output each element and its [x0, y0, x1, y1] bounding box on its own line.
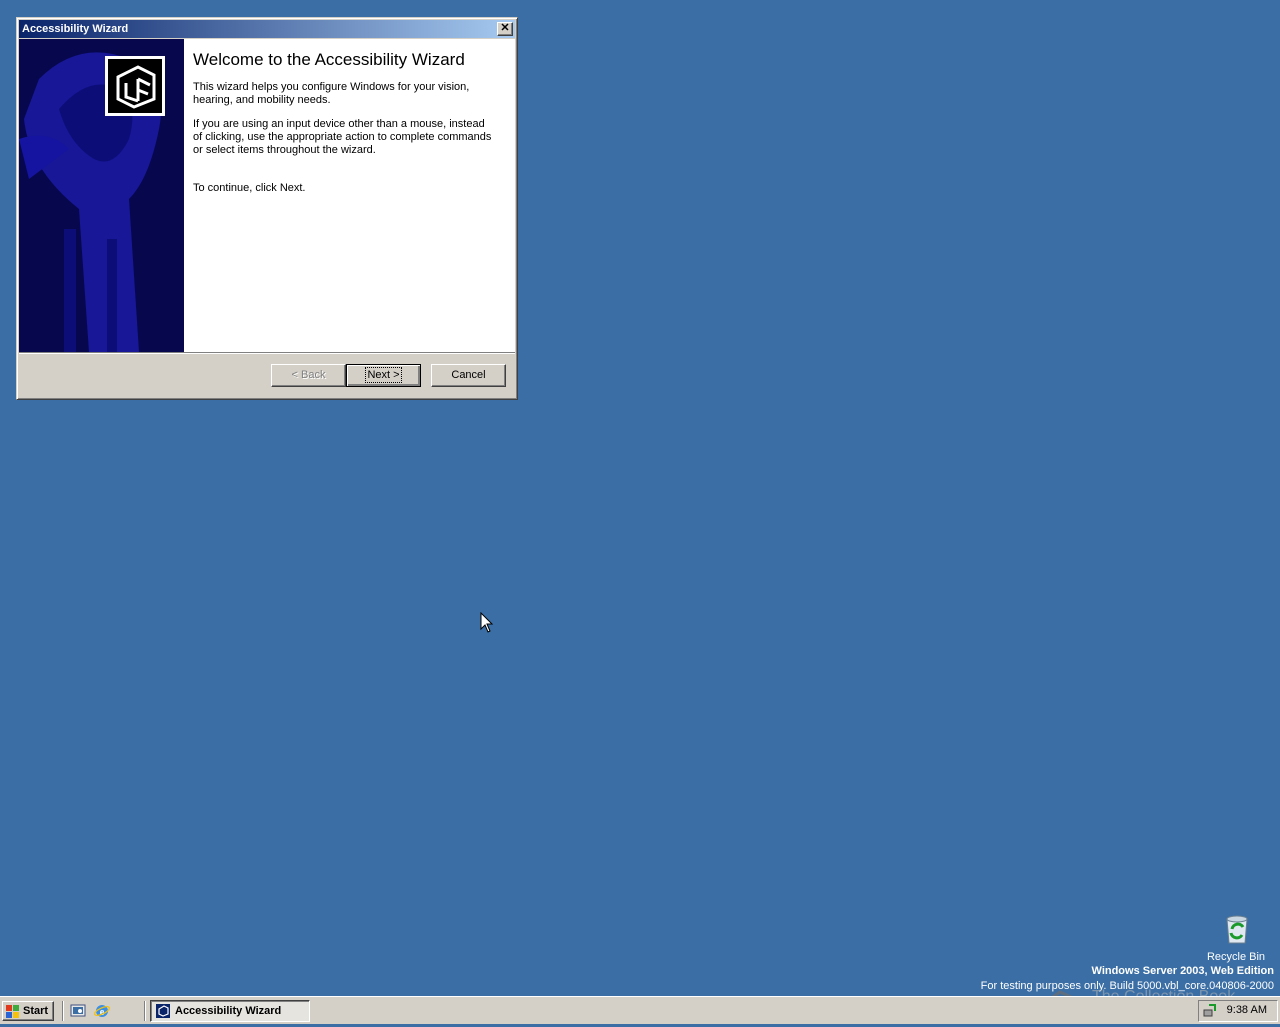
start-button[interactable]: Start	[2, 1001, 54, 1021]
wizard-content: Welcome to the Accessibility Wizard This…	[193, 51, 493, 206]
start-label: Start	[23, 1005, 49, 1017]
system-tray: 9:38 AM	[1198, 1000, 1278, 1022]
dialog-separator	[19, 352, 515, 354]
mouse-cursor-icon	[480, 612, 494, 633]
wizard-body: Welcome to the Accessibility Wizard This…	[19, 39, 515, 352]
taskbar-button-accessibility-wizard[interactable]: Accessibility Wizard	[150, 1000, 310, 1022]
taskbar-divider	[62, 1001, 64, 1021]
wizard-intro-text: This wizard helps you configure Windows …	[193, 81, 470, 106]
taskbar: Start e Accessibility Wizard 9:38 AM	[0, 996, 1280, 1024]
os-edition-text: Windows Server 2003, Web Edition	[1091, 965, 1274, 977]
dialog-titlebar[interactable]: Accessibility Wizard ✕	[19, 20, 515, 38]
back-button[interactable]: < Back	[271, 364, 346, 387]
accessibility-logo-icon	[105, 56, 165, 116]
wizard-banner	[19, 39, 184, 352]
cancel-button-label: Cancel	[451, 369, 486, 381]
taskbar-button-label: Accessibility Wizard	[175, 1005, 282, 1017]
wizard-heading: Welcome to the Accessibility Wizard	[193, 50, 465, 69]
next-button-label: Next >	[365, 367, 402, 383]
back-button-label: < Back	[291, 369, 326, 381]
accessibility-wizard-icon	[156, 1004, 170, 1018]
next-button[interactable]: Next >	[346, 364, 421, 387]
wizard-input-device-text: If you are using an input device other t…	[193, 118, 492, 156]
accessibility-wizard-dialog: Accessibility Wizard ✕ Welcome to the Ac…	[16, 17, 518, 400]
wizard-continue-text: To continue, click Next.	[193, 182, 306, 194]
recycle-bin-label[interactable]: Recycle Bin	[1200, 951, 1272, 963]
dialog-title: Accessibility Wizard	[22, 23, 129, 35]
windows-flag-icon	[6, 1005, 19, 1018]
internet-explorer-icon[interactable]: e	[94, 1003, 110, 1019]
close-button[interactable]: ✕	[497, 22, 513, 36]
clock[interactable]: 9:38 AM	[1227, 1004, 1267, 1016]
show-desktop-icon[interactable]	[70, 1003, 86, 1019]
close-icon: ✕	[500, 22, 510, 34]
recycle-bin-icon[interactable]	[1222, 913, 1252, 945]
taskbar-divider	[144, 1001, 146, 1021]
network-icon[interactable]	[1203, 1004, 1217, 1018]
cancel-button[interactable]: Cancel	[431, 364, 506, 387]
